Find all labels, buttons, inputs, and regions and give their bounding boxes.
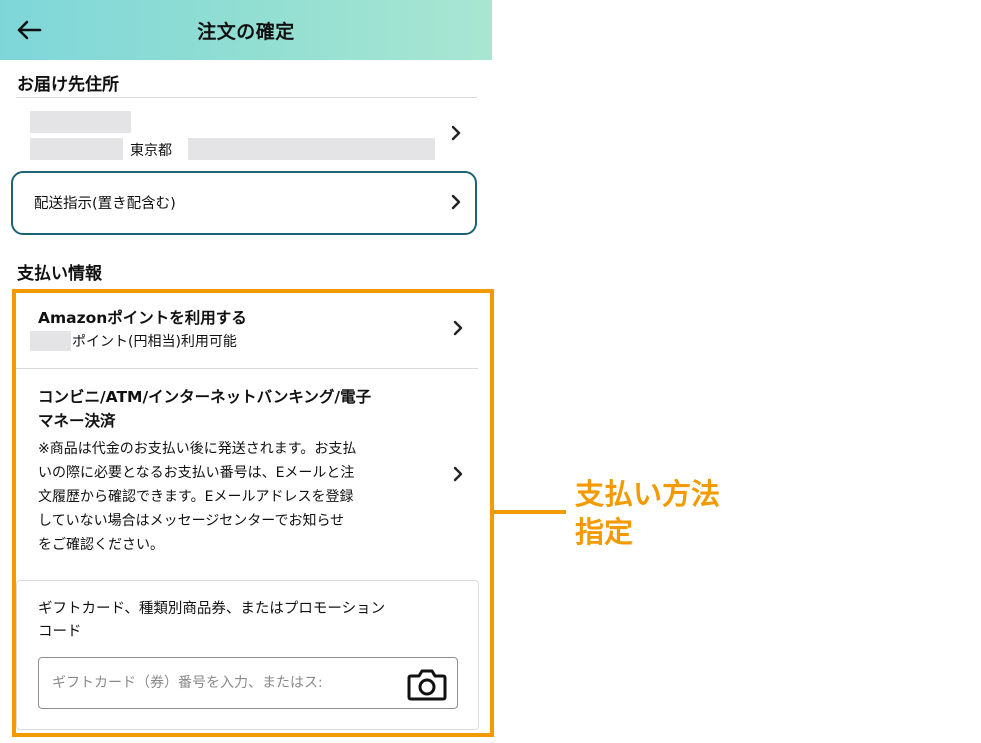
payment-section-title: 支払い情報 (17, 264, 102, 284)
masked-name (30, 111, 131, 133)
address-city: 東京都 (130, 143, 172, 159)
payment-method-highlight-frame (12, 289, 494, 737)
chevron-right-icon (450, 194, 462, 210)
address-section-title: お届け先住所 (17, 75, 119, 95)
annotation-line1: 支払い方法 (575, 477, 721, 511)
masked-street (188, 138, 435, 160)
annotation-line2: 指定 (575, 515, 634, 549)
delivery-instructions-label: 配送指示(置き配含む) (34, 196, 176, 212)
page-title: 注文の確定 (197, 21, 295, 43)
annotation-connector-line (493, 510, 566, 514)
masked-postal (30, 138, 123, 160)
chevron-right-icon (450, 125, 462, 141)
annotation-label: 支払い方法 指定 (575, 475, 720, 551)
